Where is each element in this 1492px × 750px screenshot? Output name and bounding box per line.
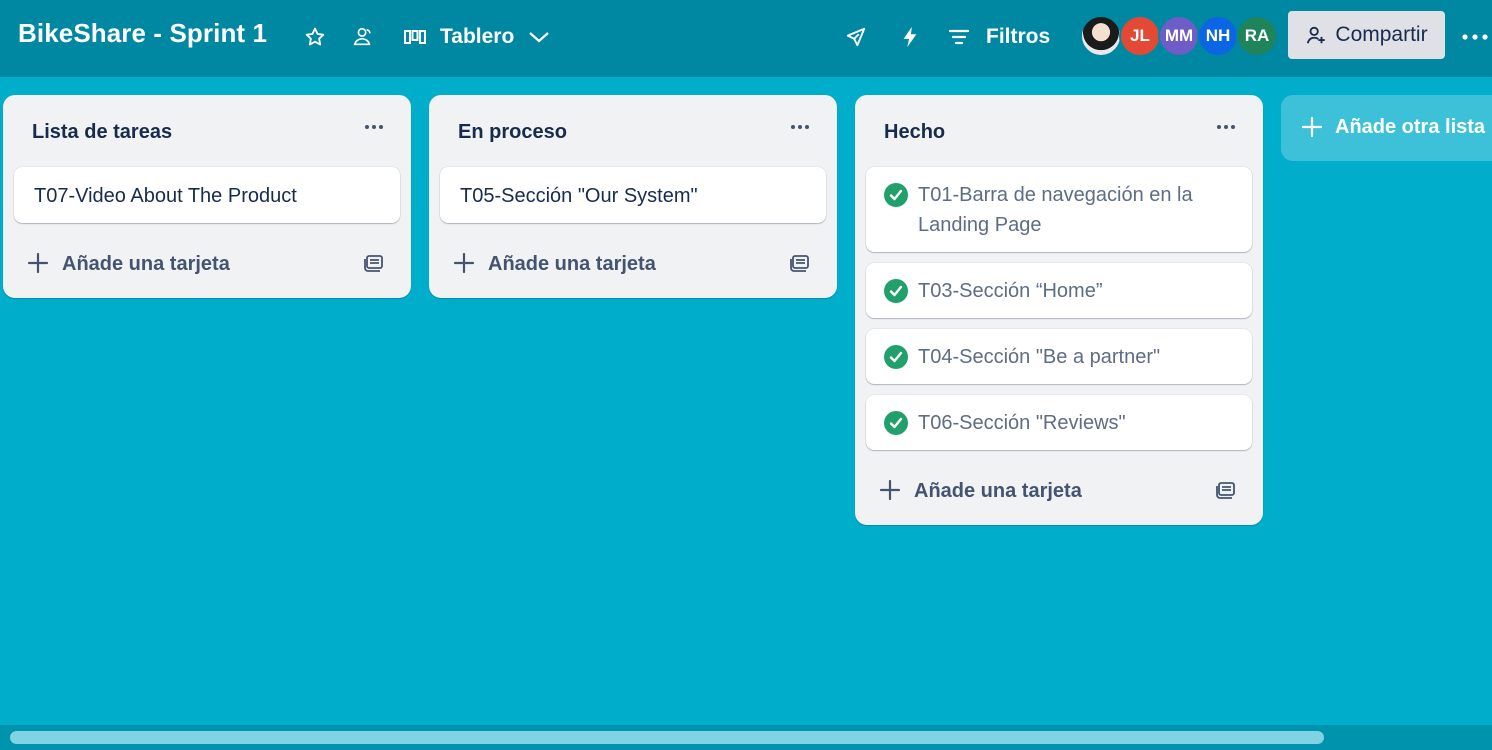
chevron-down-icon [529, 32, 550, 43]
board-view-icon [404, 30, 426, 44]
list-lista-de-tareas: Lista de tareas T07-Video About The Prod… [3, 95, 411, 298]
check-circle-icon [884, 183, 908, 207]
share-button[interactable]: Compartir [1288, 11, 1445, 59]
filter-icon [948, 29, 970, 45]
card[interactable]: T04-Sección "Be a partner" [866, 329, 1252, 384]
plus-icon [1301, 116, 1323, 138]
card-template-icon[interactable] [363, 251, 385, 273]
card[interactable]: T05-Sección "Our System" [440, 167, 826, 223]
member-avatar[interactable]: NH [1197, 15, 1239, 57]
list-hecho: Hecho T01-Barra de navegación en la Land… [855, 95, 1263, 525]
scrollbar-thumb[interactable] [10, 731, 1324, 744]
power-ups-button[interactable] [842, 23, 870, 51]
more-horizontal-icon [1462, 34, 1488, 40]
list-header: En proceso [429, 95, 837, 167]
filters-label: Filtros [986, 25, 1051, 48]
plus-icon [453, 252, 475, 274]
card[interactable]: T01-Barra de navegación en la Landing Pa… [866, 167, 1252, 252]
board-menu-button[interactable] [1458, 22, 1492, 52]
view-switcher[interactable]: Tablero [404, 20, 550, 54]
filters-button[interactable]: Filtros [948, 20, 1050, 54]
list-header: Lista de tareas [3, 95, 411, 167]
plus-icon [27, 252, 49, 274]
card[interactable]: T07-Video About The Product [14, 167, 400, 223]
lightning-icon [903, 26, 917, 48]
list-header: Hecho [855, 95, 1263, 167]
card-title: T03-Sección “Home” [918, 280, 1103, 302]
check-circle-icon [884, 345, 908, 369]
card-title: T04-Sección "Be a partner" [918, 346, 1161, 368]
card-title: T06-Sección "Reviews" [918, 412, 1126, 434]
workspace-visible-icon [353, 27, 371, 46]
add-card-label: Añade una tarjeta [488, 253, 656, 275]
board-members: JL MM NH RA [1080, 15, 1278, 57]
visibility-button[interactable] [350, 24, 376, 50]
add-card-button[interactable]: Añade una tarjeta [3, 232, 411, 298]
add-card-label: Añade una tarjeta [914, 480, 1082, 502]
add-person-icon [1307, 26, 1326, 44]
share-label: Compartir [1335, 23, 1428, 46]
card-title: T07-Video About The Product [34, 185, 297, 207]
card[interactable]: T06-Sección "Reviews" [866, 395, 1252, 450]
list-menu-button[interactable] [359, 115, 389, 139]
check-circle-icon [884, 279, 908, 303]
card-template-icon[interactable] [789, 251, 811, 273]
add-card-button[interactable]: Añade una tarjeta [429, 232, 837, 298]
list-menu-button[interactable] [1211, 115, 1241, 139]
card-template-icon[interactable] [1215, 478, 1237, 500]
card[interactable]: T03-Sección “Home” [866, 263, 1252, 318]
automation-button[interactable] [896, 23, 924, 51]
list-menu-button[interactable] [785, 115, 815, 139]
add-list-button[interactable]: Añade otra lista [1281, 95, 1492, 161]
plus-icon [879, 479, 901, 501]
add-card-label: Añade una tarjeta [62, 253, 230, 275]
list-title[interactable]: En proceso [458, 121, 567, 144]
card-title: T05-Sección "Our System" [460, 185, 698, 207]
add-card-button[interactable]: Añade una tarjeta [855, 459, 1263, 525]
star-board-button[interactable] [302, 24, 328, 50]
view-label: Tablero [440, 25, 515, 48]
rocket-icon [846, 27, 866, 47]
list-title[interactable]: Hecho [884, 121, 945, 144]
member-avatar[interactable]: RA [1236, 15, 1278, 57]
member-avatar[interactable]: MM [1158, 15, 1200, 57]
board-title[interactable]: BikeShare - Sprint 1 [18, 18, 267, 49]
card-title: T01-Barra de navegación en la Landing Pa… [918, 184, 1193, 236]
add-list-label: Añade otra lista [1335, 116, 1486, 138]
board-header: BikeShare - Sprint 1 Tablero Filtros JL … [0, 0, 1492, 77]
check-circle-icon [884, 411, 908, 435]
list-title[interactable]: Lista de tareas [32, 121, 172, 144]
star-icon [305, 27, 325, 46]
member-avatar[interactable]: JL [1119, 15, 1161, 57]
list-en-proceso: En proceso T05-Sección "Our System" Añad… [429, 95, 837, 298]
member-avatar-photo[interactable] [1080, 15, 1122, 57]
